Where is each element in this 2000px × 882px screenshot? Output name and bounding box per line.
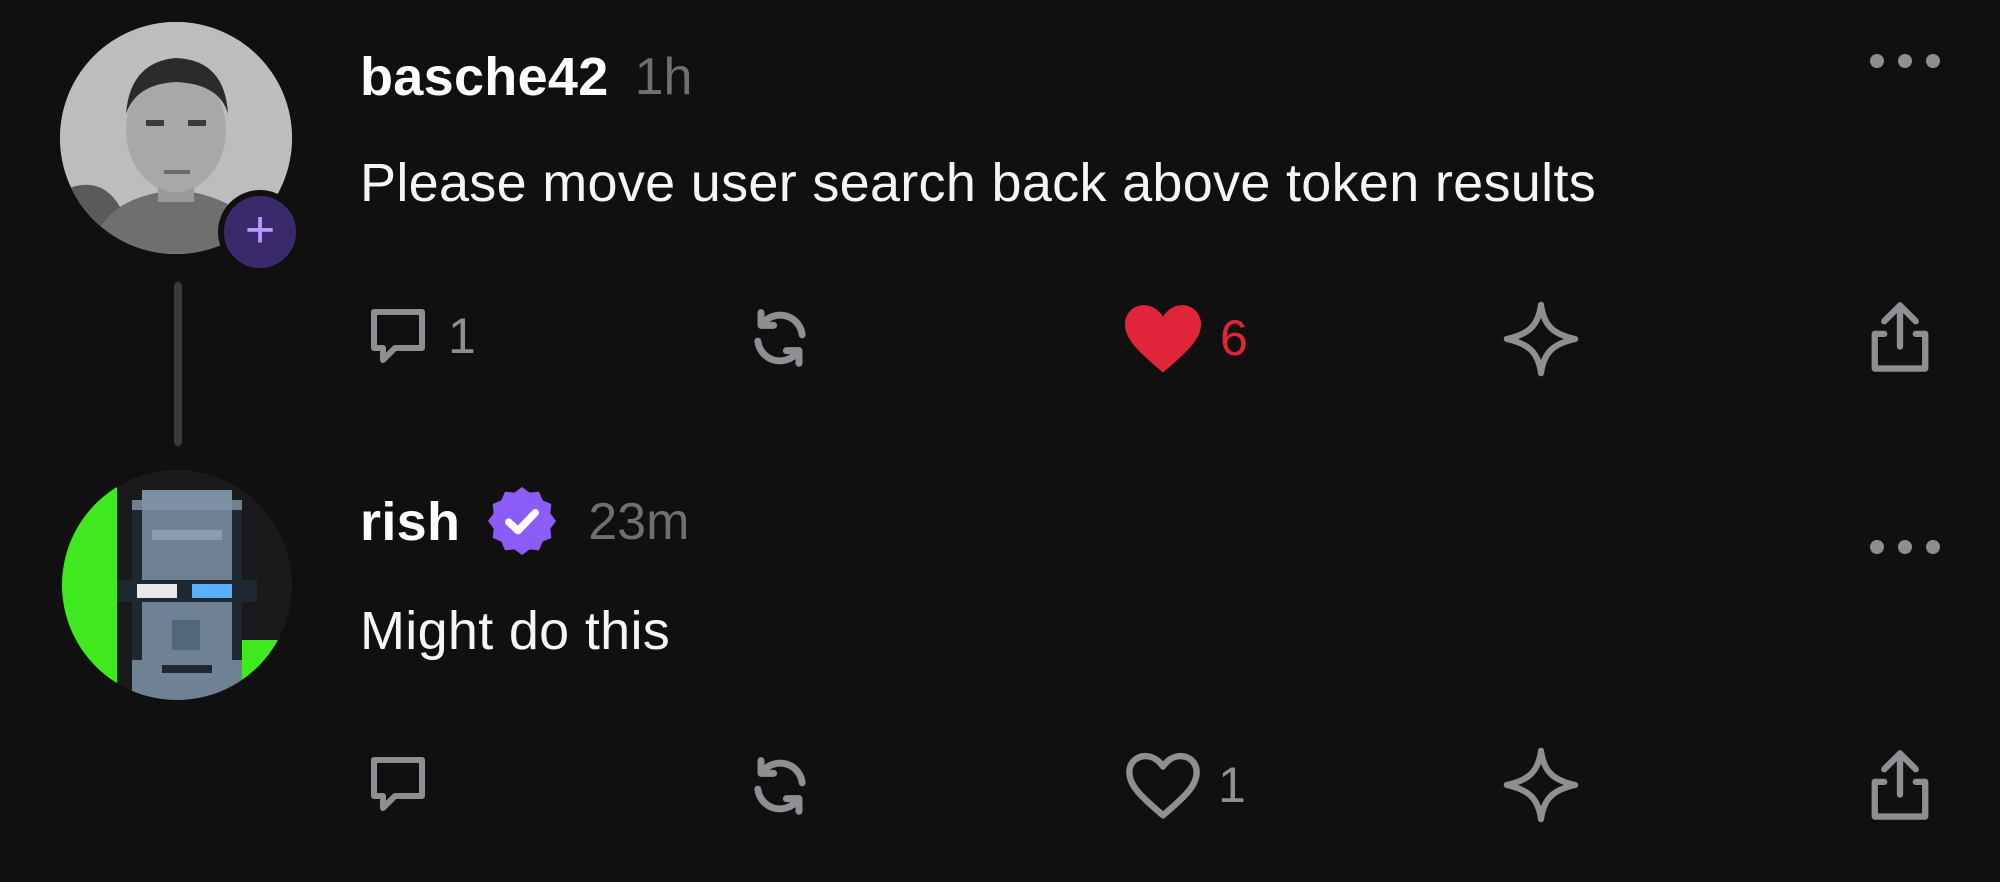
plus-icon: + [244,201,276,259]
repost-arrows-icon [754,309,806,367]
post-header: rish 23m [360,482,689,562]
thread-connector [174,282,182,446]
username[interactable]: basche42 [360,46,609,108]
save-button[interactable] [1500,744,1582,826]
post-text: Might do this [360,601,671,661]
timestamp: 1h [634,48,693,106]
reply-button[interactable]: 1 [362,300,476,372]
sparkle-star-icon [1503,301,1579,377]
heart-icon [1126,752,1200,819]
more-options-button[interactable] [1870,46,1940,76]
speech-bubble-icon [371,757,425,811]
post-header: basche42 1h [360,42,692,112]
username[interactable]: rish [360,491,460,553]
ellipsis-dot [1926,540,1940,554]
ellipsis-icon [1870,54,1884,68]
like-count: 6 [1220,310,1248,366]
verified-badge-icon [488,487,557,555]
ellipsis-dot [1898,54,1912,68]
repost-button[interactable] [742,748,818,824]
follow-button[interactable]: + [218,190,302,274]
more-options-button[interactable] [1870,532,1940,562]
share-button[interactable] [1862,744,1938,826]
timestamp: 23m [588,493,690,551]
ellipsis-icon [1870,540,1884,554]
share-upload-icon [1871,302,1929,372]
repost-button[interactable] [742,300,818,376]
reply-count: 1 [448,308,476,364]
like-count: 1 [1218,757,1246,813]
like-button[interactable]: 6 [1120,300,1248,376]
speech-bubble-icon [371,309,425,363]
post-text: Please move user search back above token… [360,153,1597,213]
repost-arrows-icon [754,757,806,815]
save-button[interactable] [1500,298,1582,380]
ellipsis-dot [1898,540,1912,554]
like-button[interactable]: 1 [1122,748,1246,822]
thread: + basche42 1h Please move user search ba… [0,0,2000,882]
share-upload-icon [1871,750,1929,820]
ellipsis-dot [1926,54,1940,68]
heart-icon [1125,305,1201,373]
share-button[interactable] [1862,296,1938,378]
reply-button[interactable] [362,748,448,820]
sparkle-star-icon [1503,747,1579,823]
avatar-rish[interactable] [62,470,292,700]
